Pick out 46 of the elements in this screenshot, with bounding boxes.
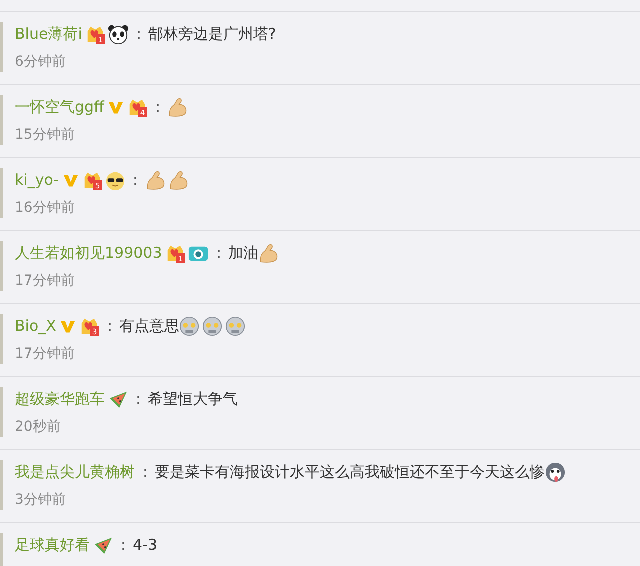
timestamp: 16分钟前 (15, 199, 76, 217)
username-link[interactable]: Bio_X (15, 317, 56, 335)
colon: ： (102, 316, 118, 336)
username-link[interactable]: 我是点尖儿黄桷树 (15, 462, 135, 482)
avatar[interactable] (0, 314, 3, 364)
username-link[interactable]: Blue薄荷i (15, 24, 82, 44)
avatar[interactable] (0, 460, 3, 510)
avatar[interactable] (0, 387, 3, 437)
comment-text: 有点意思 (119, 316, 180, 336)
timestamp: 20秒前 (15, 418, 62, 436)
robot-head-icon (179, 316, 200, 336)
comment-text: 要是菜卡有海报设计水平这么高我破恒还不至于今天这么惨 (155, 462, 545, 482)
avatar[interactable] (0, 168, 3, 218)
username-link[interactable]: 足球真好看 (15, 536, 90, 554)
flexed-arm-icon (168, 170, 190, 190)
username-link[interactable]: 超级豪华跑车 (15, 390, 105, 408)
comment-text: 希望恒大争气 (148, 390, 238, 408)
username-link[interactable]: 一怀空气ggff (15, 98, 104, 116)
colon: ： (131, 390, 146, 408)
colon: ： (128, 170, 144, 190)
timestamp: 6分钟前 (15, 53, 67, 71)
colon: ： (138, 462, 153, 482)
flexed-arm-icon (145, 170, 166, 190)
username-link[interactable]: 人生若如初见199003 (15, 244, 162, 262)
avatar[interactable] (0, 22, 3, 72)
dog-face-icon (545, 462, 566, 482)
comment-text: 加油 (228, 244, 258, 262)
colon: ： (211, 244, 226, 262)
sunglasses-face-icon (105, 170, 126, 190)
timestamp: 17分钟前 (15, 345, 76, 363)
colon: ： (116, 536, 131, 554)
comment-text: 4-3 (133, 536, 158, 554)
robot-head-icon (225, 316, 246, 336)
flexed-arm-icon (167, 96, 188, 118)
colon: ： (150, 98, 166, 116)
robot-head-icon (202, 316, 224, 336)
avatar[interactable] (0, 95, 3, 145)
colon: ： (131, 24, 146, 44)
timestamp: 17分钟前 (15, 272, 76, 290)
avatar[interactable] (0, 241, 3, 291)
flexed-arm-icon (258, 242, 280, 264)
timestamp: 3分钟前 (15, 491, 67, 509)
username-link[interactable]: ki_yo- (15, 171, 60, 189)
panda-icon (108, 24, 130, 44)
timestamp: 15分钟前 (15, 126, 76, 144)
comment-text: 郜林旁边是广州塔? (148, 24, 276, 44)
